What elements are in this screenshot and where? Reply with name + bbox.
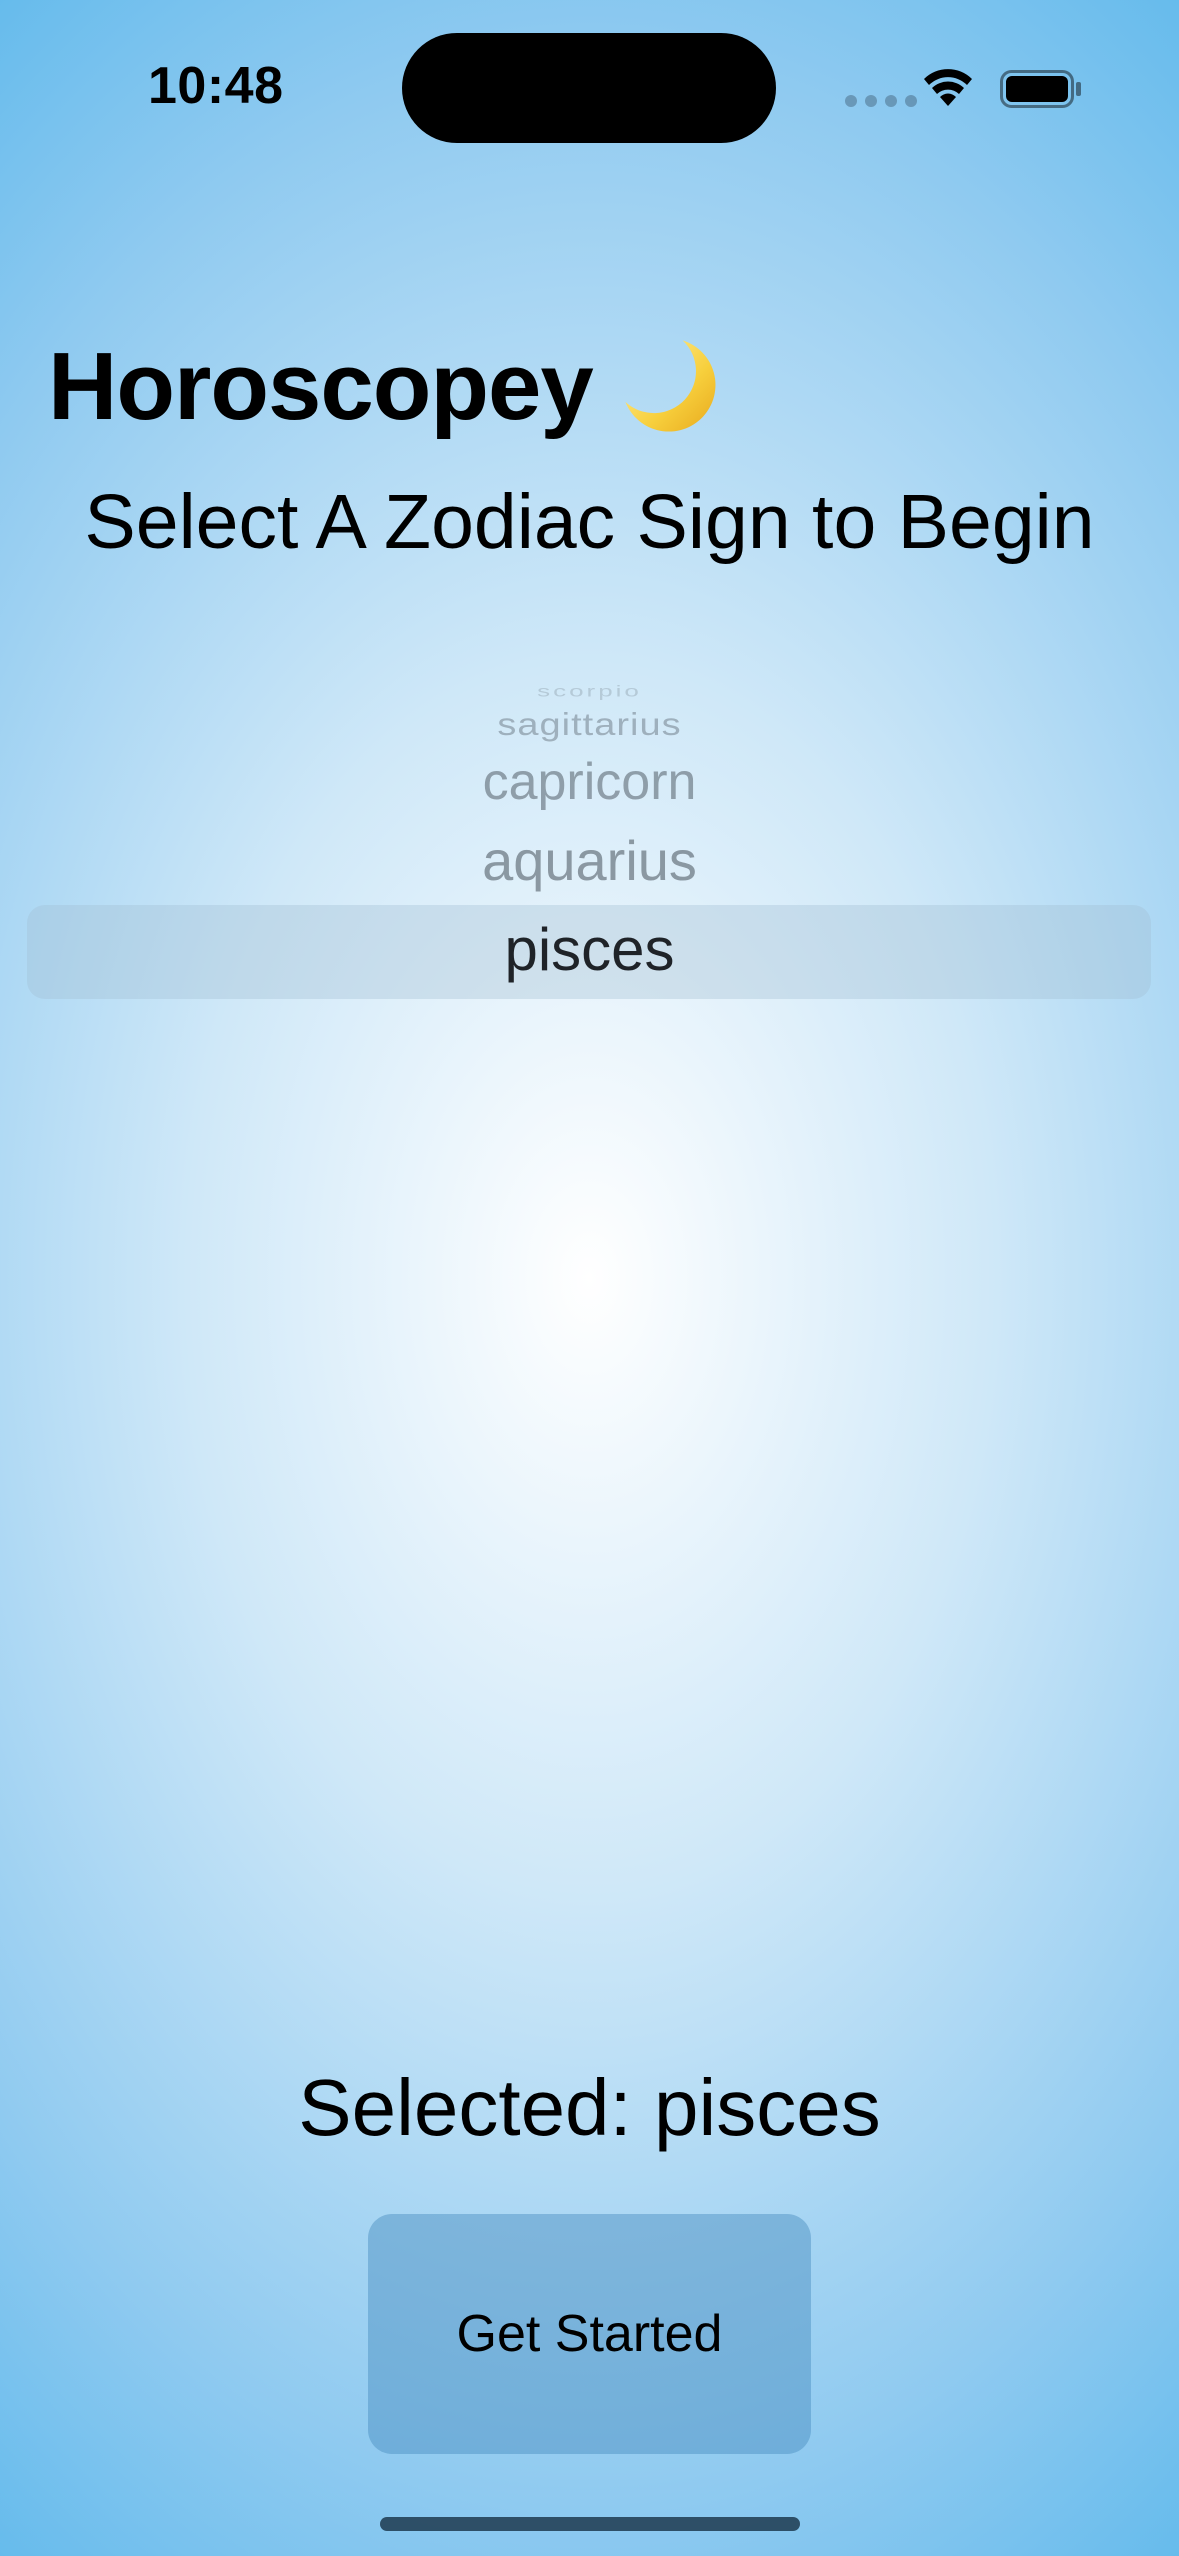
crescent-moon-icon: [625, 340, 716, 432]
wifi-icon: [924, 69, 972, 106]
zodiac-picker[interactable]: scorpio sagittarius capricorn aquarius p…: [0, 660, 1179, 1020]
selected-sign-label: Selected: pisces: [298, 2063, 881, 2152]
battery-icon: [1000, 70, 1081, 108]
picker-item-selected[interactable]: pisces: [0, 915, 1179, 984]
home-indicator[interactable]: [380, 2517, 800, 2531]
signal-dots-icon: [845, 95, 917, 107]
dynamic-island: [402, 33, 776, 143]
picker-item[interactable]: capricorn: [0, 752, 1179, 812]
get-started-button[interactable]: Get Started: [368, 2214, 811, 2454]
app-title-text: Horoscopey: [48, 333, 594, 440]
subtitle: Select A Zodiac Sign to Begin: [84, 479, 1095, 565]
status-bar: 10:48: [0, 0, 1179, 170]
picker-item[interactable]: aquarius: [0, 828, 1179, 893]
picker-item[interactable]: sagittarius: [0, 708, 1179, 743]
picker-item[interactable]: scorpio: [0, 682, 1179, 701]
app-title: Horoscopey: [48, 332, 725, 442]
status-time: 10:48: [148, 57, 284, 115]
